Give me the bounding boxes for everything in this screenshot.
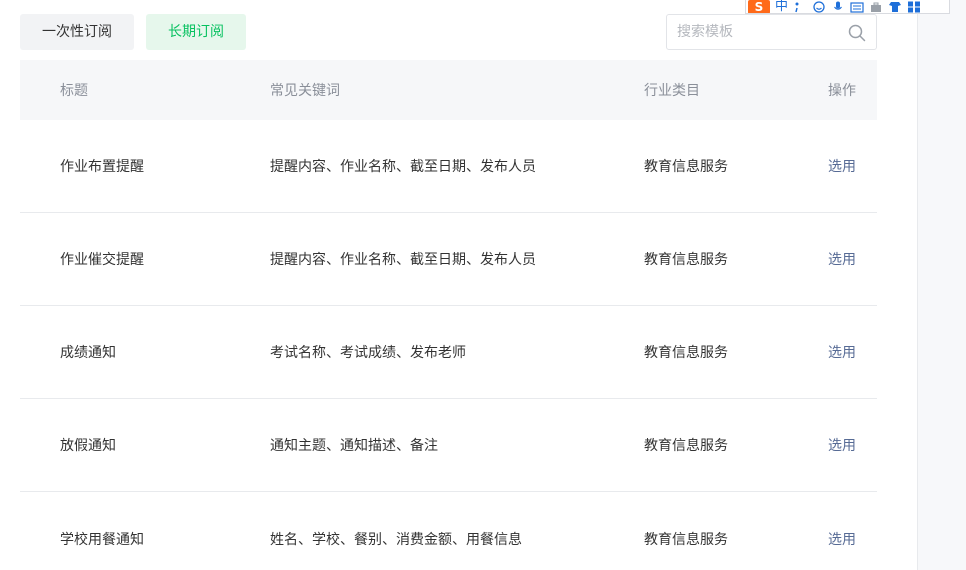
- table-row: 放假通知 通知主题、通知描述、备注 教育信息服务 选用: [20, 399, 877, 492]
- table-header: 标题 常见关键词 行业类目 操作: [20, 60, 877, 120]
- header-action: 操作: [828, 83, 856, 99]
- row-industry: 教育信息服务: [644, 438, 728, 454]
- search-input[interactable]: [677, 15, 837, 49]
- header-title: 标题: [60, 83, 88, 99]
- tab-one-time-subscription[interactable]: 一次性订阅: [20, 14, 134, 50]
- table-row: 成绩通知 考试名称、考试成绩、发布老师 教育信息服务 选用: [20, 306, 877, 399]
- emoji-icon[interactable]: [812, 0, 826, 13]
- page: 一次性订阅 长期订阅 标题 常见关键词 行业类目 操作 作业布置提醒 提醒内容、…: [0, 0, 966, 570]
- row-keywords: 提醒内容、作业名称、截至日期、发布人员: [270, 159, 536, 175]
- microphone-icon[interactable]: [831, 1, 845, 13]
- header-keywords: 常见关键词: [270, 83, 340, 99]
- select-link[interactable]: 选用: [828, 492, 856, 570]
- row-keywords: 姓名、学校、餐别、消费金额、用餐信息: [270, 531, 522, 548]
- template-table: 标题 常见关键词 行业类目 操作 作业布置提醒 提醒内容、作业名称、截至日期、发…: [20, 60, 877, 570]
- table-row: 作业催交提醒 提醒内容、作业名称、截至日期、发布人员 教育信息服务 选用: [20, 213, 877, 306]
- row-industry: 教育信息服务: [644, 345, 728, 361]
- table-row: 学校用餐通知 姓名、学校、餐别、消费金额、用餐信息 教育信息服务 选用: [20, 492, 877, 570]
- header-industry: 行业类目: [644, 83, 700, 99]
- row-industry: 教育信息服务: [644, 252, 728, 268]
- row-title: 成绩通知: [60, 345, 116, 361]
- row-industry: 教育信息服务: [644, 159, 728, 175]
- row-title: 作业布置提醒: [60, 159, 144, 175]
- select-link[interactable]: 选用: [828, 213, 856, 305]
- row-title: 学校用餐通知: [60, 531, 144, 548]
- ime-toolbar: S 中: [745, 0, 950, 14]
- toolbox-icon[interactable]: [869, 1, 883, 13]
- tab-long-term-subscription[interactable]: 长期订阅: [146, 14, 246, 50]
- punctuation-icon[interactable]: [793, 1, 807, 13]
- select-link[interactable]: 选用: [828, 120, 856, 212]
- row-keywords: 考试名称、考试成绩、发布老师: [270, 345, 466, 361]
- skin-icon[interactable]: [888, 1, 902, 13]
- right-side-panel: [917, 0, 966, 570]
- row-title: 放假通知: [60, 438, 116, 454]
- search-box: [666, 14, 877, 50]
- row-keywords: 通知主题、通知描述、备注: [270, 438, 438, 454]
- sogou-logo-icon[interactable]: S: [748, 0, 770, 13]
- table-row: 作业布置提醒 提醒内容、作业名称、截至日期、发布人员 教育信息服务 选用: [20, 120, 877, 213]
- row-keywords: 提醒内容、作业名称、截至日期、发布人员: [270, 252, 536, 268]
- grid-menu-icon[interactable]: [907, 1, 921, 13]
- main-content: 一次性订阅 长期订阅 标题 常见关键词 行业类目 操作 作业布置提醒 提醒内容、…: [0, 0, 917, 570]
- keyboard-icon[interactable]: [850, 1, 864, 13]
- select-link[interactable]: 选用: [828, 306, 856, 398]
- row-industry: 教育信息服务: [644, 531, 728, 548]
- row-title: 作业催交提醒: [60, 252, 144, 268]
- search-icon[interactable]: [848, 24, 866, 42]
- select-link[interactable]: 选用: [828, 399, 856, 491]
- ime-mode-toggle[interactable]: 中: [775, 0, 788, 13]
